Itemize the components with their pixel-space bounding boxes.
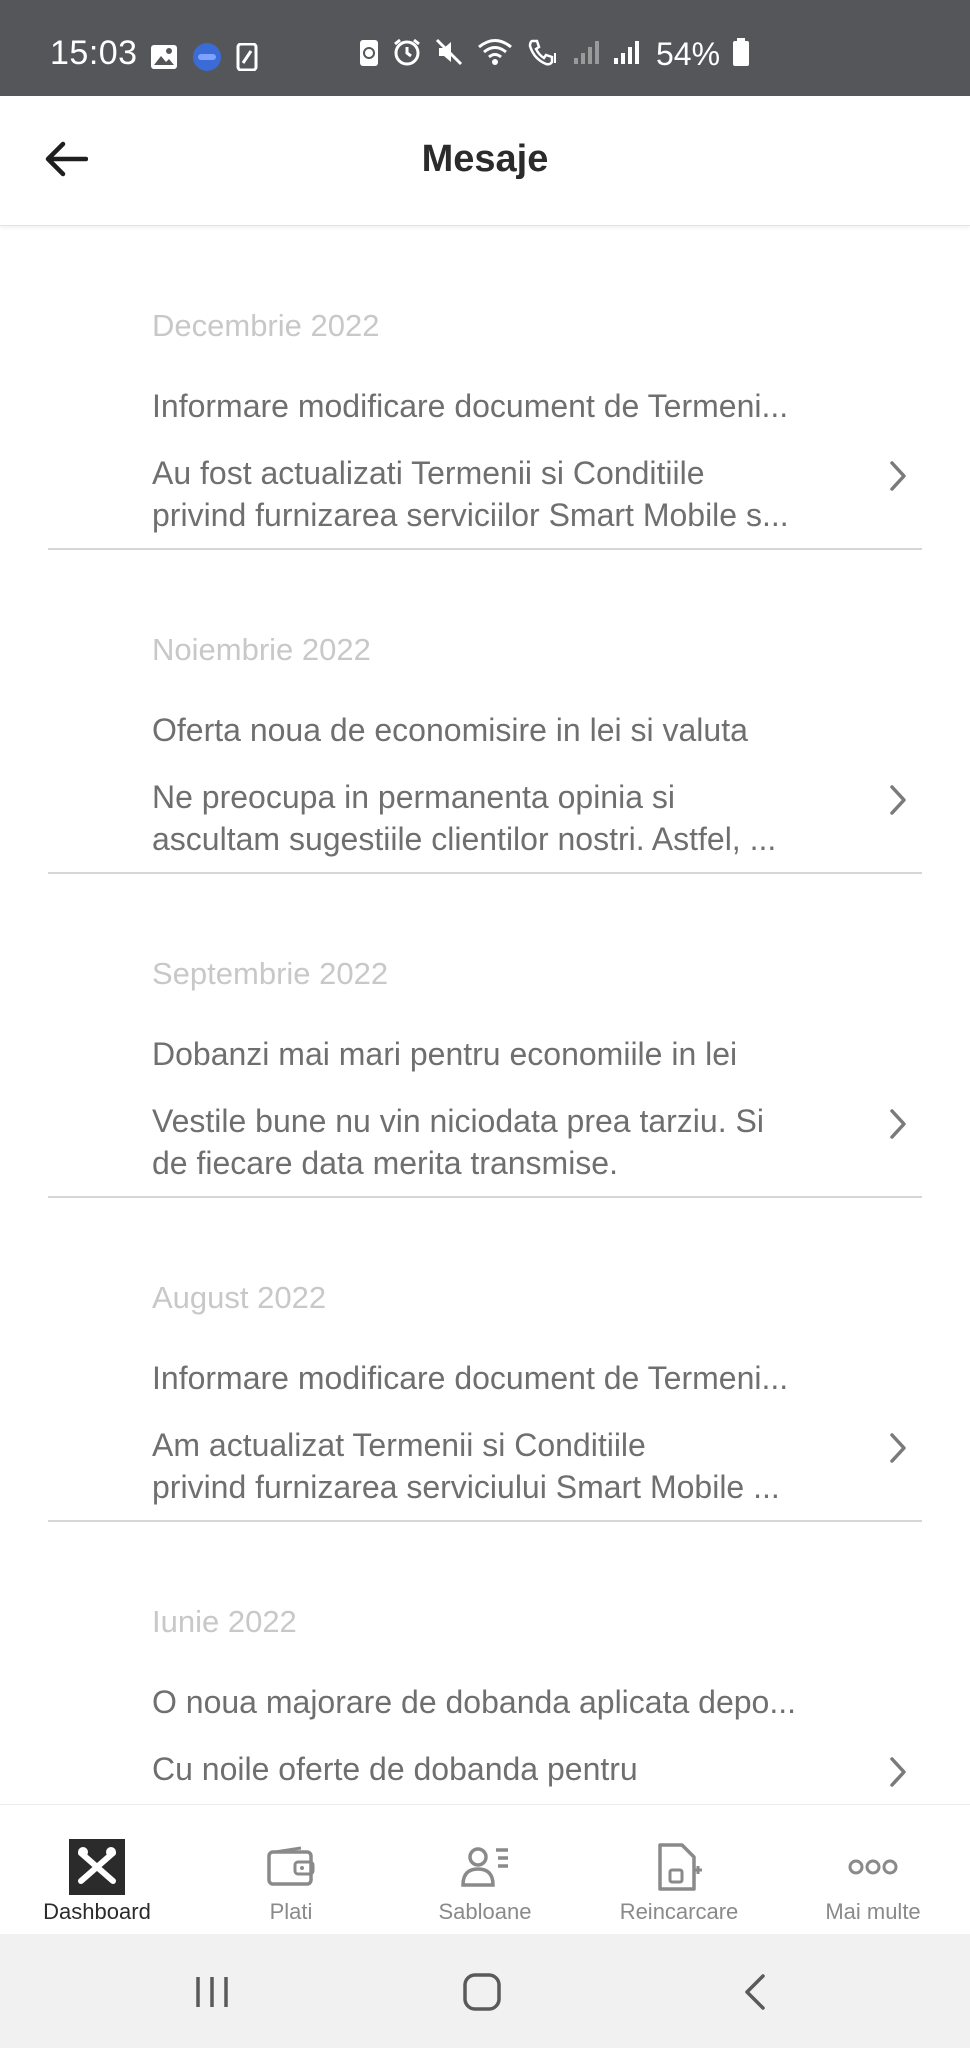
message-title: O noua majorare de dobanda aplicata depo… <box>152 1684 797 1720</box>
nav-item-reincarcare[interactable]: Reincarcare <box>582 1805 776 1935</box>
dashboard-icon <box>69 1839 125 1895</box>
message-preview-line: ascultam sugestiile clientilor nostri. A… <box>152 821 777 857</box>
recycle-icon <box>358 37 380 72</box>
status-time: 15:03 <box>50 34 138 72</box>
message-title: Oferta noua de economisire in lei si val… <box>152 712 748 748</box>
nav-label: Dashboard <box>43 1899 151 1924</box>
system-navigation-bar <box>0 1934 970 2048</box>
message-preview-line: Au fost actualizati Termenii si Conditii… <box>152 455 705 491</box>
status-right-icons: 54% <box>358 36 750 73</box>
message-title: Informare modificare document de Termeni… <box>152 1360 789 1396</box>
message-preview-line: de fiecare data merita transmise. <box>152 1145 618 1181</box>
message-title: Dobanzi mai mari pentru economiile in le… <box>152 1036 738 1072</box>
nav-item-mai-multe[interactable]: Mai multe <box>776 1805 970 1935</box>
message-month: Decembrie 2022 <box>152 308 380 343</box>
chevron-right-icon <box>880 1430 916 1466</box>
message-preview: Au fost actualizati Termenii si Conditii… <box>152 452 872 536</box>
nav-item-plati[interactable]: Plati <box>194 1805 388 1935</box>
page-title: Mesaje <box>421 138 549 180</box>
app-icon <box>192 42 222 77</box>
signal-icon <box>612 38 640 71</box>
home-icon[interactable] <box>452 1962 512 2022</box>
message-preview-line: privind furnizarea serviciilor Smart Mob… <box>152 497 789 533</box>
document-plus-icon <box>651 1839 707 1895</box>
message-month: Septembrie 2022 <box>152 956 389 991</box>
message-month: Noiembrie 2022 <box>152 632 371 667</box>
message-item[interactable]: Noiembrie 2022 Oferta noua de economisir… <box>48 550 922 874</box>
message-item[interactable]: August 2022 Informare modificare documen… <box>48 1198 922 1522</box>
message-preview: Vestile bune nu vin niciodata prea tarzi… <box>152 1100 872 1184</box>
message-month: Iunie 2022 <box>152 1604 297 1639</box>
back-icon[interactable] <box>726 1962 786 2022</box>
message-preview-line: Am actualizat Termenii si Conditiile <box>152 1427 646 1463</box>
nav-label: Sabloane <box>438 1899 532 1924</box>
battery-percent: 54% <box>656 36 721 72</box>
message-item[interactable]: Septembrie 2022 Dobanzi mai mari pentru … <box>48 874 922 1198</box>
message-preview-line: privind furnizarea serviciului Smart Mob… <box>152 1469 780 1505</box>
wallet-icon <box>263 1839 319 1895</box>
chevron-right-icon <box>880 1754 916 1790</box>
screenshot-icon <box>236 42 258 76</box>
message-title: Informare modificare document de Termeni… <box>152 388 789 424</box>
nav-label: Plati <box>269 1899 313 1924</box>
gallery-icon <box>150 44 178 75</box>
mute-icon <box>434 37 464 72</box>
message-preview-line: Ne preocupa in permanenta opinia si <box>152 779 675 815</box>
wifi-icon <box>476 37 514 72</box>
wifi-call-icon <box>526 37 560 72</box>
message-item[interactable]: Iunie 2022 O noua majorare de dobanda ap… <box>48 1522 922 1804</box>
message-preview: Am actualizat Termenii si Conditiile pri… <box>152 1424 872 1508</box>
message-preview-line: Cu noile oferte de dobanda pentru <box>152 1751 638 1787</box>
recents-icon[interactable] <box>182 1962 242 2022</box>
nav-label: Reincarcare <box>619 1899 739 1924</box>
status-bar: 15:03 54% <box>0 0 970 96</box>
signal-icon <box>572 38 600 71</box>
chevron-right-icon <box>880 782 916 818</box>
messages-list[interactable]: Decembrie 2022 Informare modificare docu… <box>0 226 970 1804</box>
status-left-icons <box>150 42 258 77</box>
nav-item-sabloane[interactable]: Sabloane <box>388 1805 582 1935</box>
bottom-navigation: Dashboard Plati Sabloane Reincarcare Mai… <box>0 1804 970 1934</box>
user-list-icon <box>457 1839 513 1895</box>
message-item[interactable]: Decembrie 2022 Informare modificare docu… <box>48 226 922 550</box>
app-header: Mesaje <box>0 96 970 226</box>
chevron-right-icon <box>880 1106 916 1142</box>
message-month: August 2022 <box>152 1280 327 1315</box>
message-preview: Cu noile oferte de dobanda pentru <box>152 1748 872 1790</box>
nav-label: Mai multe <box>825 1899 921 1924</box>
chevron-right-icon <box>880 458 916 494</box>
more-dots-icon <box>845 1839 901 1895</box>
message-preview: Ne preocupa in permanenta opinia si ascu… <box>152 776 872 860</box>
alarm-icon <box>392 37 422 72</box>
battery-icon <box>732 37 750 72</box>
nav-item-dashboard[interactable]: Dashboard <box>0 1805 194 1935</box>
message-preview-line: Vestile bune nu vin niciodata prea tarzi… <box>152 1103 764 1139</box>
